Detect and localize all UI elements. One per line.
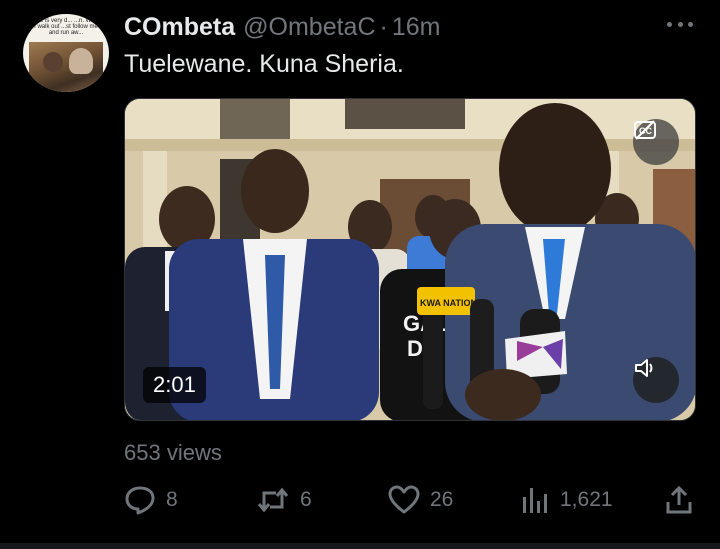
repost-count: 6 (300, 488, 312, 511)
divider (0, 543, 720, 549)
repost-icon (257, 487, 289, 513)
view-count: 653 views (124, 440, 222, 465)
like-count: 26 (430, 488, 454, 511)
video-player[interactable]: GAL DE KWA NATIONAL CC 2 (124, 98, 696, 421)
share-icon (666, 485, 692, 514)
analytics-icon (523, 488, 547, 513)
reply-icon (125, 486, 155, 515)
video-frame: GAL DE KWA NATIONAL (125, 99, 695, 420)
display-name[interactable]: COmbeta (124, 13, 235, 42)
repost-button[interactable]: 6 (256, 484, 312, 516)
user-handle[interactable]: @OmbetaC (243, 13, 375, 42)
avatar-meme-text: ...life is very d... ...n. When I walk o… (30, 18, 102, 36)
heart-icon (388, 485, 420, 514)
reply-button[interactable]: 8 (124, 484, 178, 516)
tweet-text: Tuelewane. Kuna Sheria. (124, 50, 404, 78)
reply-count: 8 (166, 488, 178, 511)
avatar-photo (29, 42, 103, 92)
share-button[interactable] (664, 484, 704, 516)
ellipsis-icon[interactable] (664, 12, 696, 36)
volume-icon[interactable] (633, 357, 679, 403)
analytics-count: 1,621 (560, 488, 613, 511)
tweet-header: COmbeta @OmbetaC · 16m (124, 13, 440, 42)
video-duration: 2:01 (143, 367, 206, 403)
separator-dot: · (379, 13, 388, 41)
like-button[interactable]: 26 (388, 484, 453, 516)
avatar[interactable]: ...life is very d... ...n. When I walk o… (23, 14, 109, 92)
timestamp[interactable]: 16m (392, 13, 441, 42)
captions-off-icon[interactable]: CC (633, 119, 679, 165)
analytics-button[interactable]: 1,621 (520, 484, 613, 516)
